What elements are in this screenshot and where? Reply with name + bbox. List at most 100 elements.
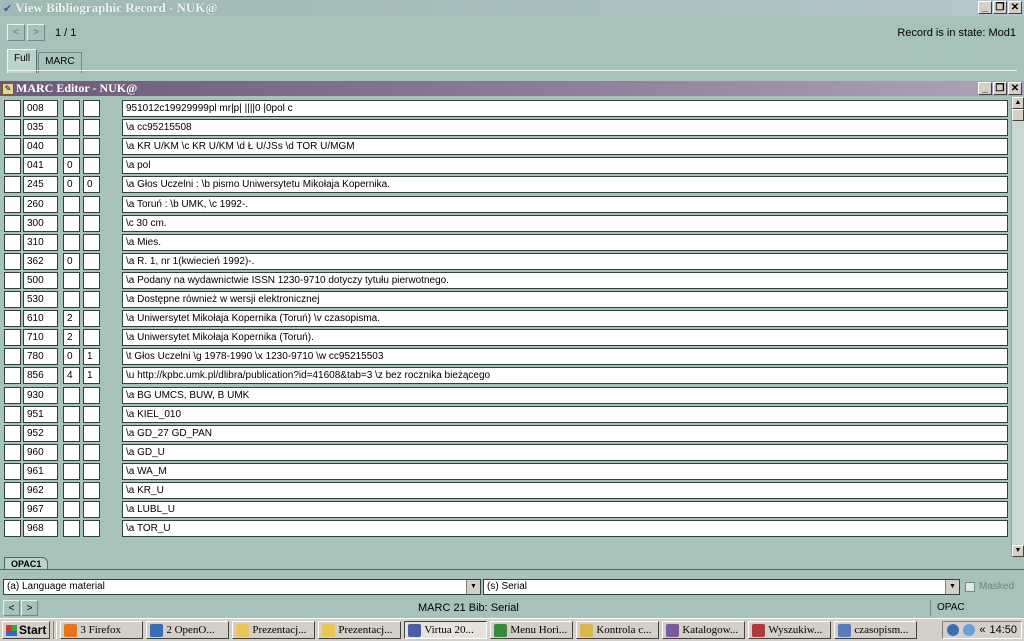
row-selector[interactable] <box>4 252 21 270</box>
indicator-2[interactable] <box>83 138 100 156</box>
row-selector[interactable] <box>4 482 21 499</box>
chevron-down-icon[interactable]: ▼ <box>945 580 959 594</box>
field-tag[interactable]: 310 <box>23 233 58 251</box>
row-selector[interactable] <box>4 348 21 366</box>
scroll-thumb[interactable] <box>1012 109 1024 121</box>
field-value[interactable]: \a R. 1, nr 1(kwiecień 1992)-. <box>122 252 1008 270</box>
field-value[interactable]: \a TOR_U <box>122 520 1008 538</box>
scroll-down-icon[interactable]: ▼ <box>1012 545 1024 557</box>
field-tag[interactable]: 008 <box>23 100 58 117</box>
tray-expand-icon[interactable]: « <box>979 624 985 636</box>
indicator-1[interactable] <box>63 271 80 289</box>
editor-restore-icon[interactable]: ❐ <box>993 82 1007 95</box>
field-value[interactable]: \u http://kpbc.umk.pl/dlibra/publication… <box>122 367 1008 385</box>
row-selector[interactable] <box>4 119 21 137</box>
indicator-1[interactable] <box>63 482 80 499</box>
indicator-2[interactable] <box>83 310 100 328</box>
taskbar-item[interactable]: Virtua 20... <box>404 621 488 639</box>
field-tag[interactable]: 245 <box>23 176 58 194</box>
indicator-1[interactable] <box>63 443 80 461</box>
field-value[interactable]: \a pol <box>122 157 1008 175</box>
row-selector[interactable] <box>4 329 21 347</box>
field-tag[interactable]: 710 <box>23 329 58 347</box>
indicator-2[interactable] <box>83 119 100 137</box>
scroll-up-icon[interactable]: ▲ <box>1012 97 1024 109</box>
field-tag[interactable]: 041 <box>23 157 58 175</box>
indicator-1[interactable]: 0 <box>63 252 80 270</box>
row-selector[interactable] <box>4 367 21 385</box>
masked-checkbox[interactable] <box>965 581 975 592</box>
indicator-1[interactable] <box>63 386 80 404</box>
indicator-2[interactable] <box>83 424 100 442</box>
row-selector[interactable] <box>4 157 21 175</box>
field-tag[interactable]: 967 <box>23 501 58 519</box>
network-icon[interactable] <box>947 624 960 636</box>
indicator-1[interactable] <box>63 195 80 213</box>
next-record-button[interactable]: > <box>27 24 45 41</box>
row-selector[interactable] <box>4 100 21 117</box>
indicator-2[interactable] <box>83 482 100 499</box>
prev-record-button[interactable]: < <box>7 24 25 41</box>
indicator-1[interactable] <box>63 405 80 423</box>
indicator-2[interactable] <box>83 329 100 347</box>
field-value[interactable]: \a Dostępne również w wersji elektronicz… <box>122 291 1008 308</box>
row-selector[interactable] <box>4 443 21 461</box>
row-selector[interactable] <box>4 291 21 308</box>
field-tag[interactable]: 300 <box>23 214 58 232</box>
field-value[interactable]: \a Mies. <box>122 233 1008 251</box>
taskbar-item[interactable]: Kontrola c... <box>576 621 660 639</box>
start-button[interactable]: Start <box>2 621 51 639</box>
field-tag[interactable]: 610 <box>23 310 58 328</box>
status-prev-button[interactable]: < <box>3 600 20 616</box>
chevron-down-icon[interactable]: ▼ <box>466 580 480 594</box>
taskbar-item[interactable]: czasopism... <box>834 621 918 639</box>
indicator-2[interactable] <box>83 291 100 308</box>
field-tag[interactable]: 040 <box>23 138 58 156</box>
field-value[interactable]: \a GD_27 GD_PAN <box>122 424 1008 442</box>
row-selector[interactable] <box>4 233 21 251</box>
field-tag[interactable]: 952 <box>23 424 58 442</box>
editor-minimize-icon[interactable]: _ <box>978 82 992 95</box>
indicator-2[interactable] <box>83 462 100 480</box>
field-tag[interactable]: 260 <box>23 195 58 213</box>
field-value[interactable]: \a LUBL_U <box>122 501 1008 519</box>
row-selector[interactable] <box>4 424 21 442</box>
row-selector[interactable] <box>4 176 21 194</box>
row-selector[interactable] <box>4 214 21 232</box>
taskbar-item[interactable]: 3 Firefox <box>60 621 144 639</box>
indicator-1[interactable]: 2 <box>63 310 80 328</box>
indicator-1[interactable] <box>63 214 80 232</box>
taskbar-item[interactable]: 2 OpenO... <box>146 621 230 639</box>
field-value[interactable]: \a GD_U <box>122 443 1008 461</box>
indicator-1[interactable]: 2 <box>63 329 80 347</box>
field-tag[interactable]: 530 <box>23 291 58 308</box>
field-tag[interactable]: 780 <box>23 348 58 366</box>
indicator-1[interactable]: 4 <box>63 367 80 385</box>
indicator-2[interactable] <box>83 252 100 270</box>
field-value[interactable]: \a BG UMCS, BUW, B UMK <box>122 386 1008 404</box>
editor-scrollbar[interactable]: ▲ ▼ <box>1011 97 1024 557</box>
row-selector[interactable] <box>4 501 21 519</box>
indicator-1[interactable] <box>63 291 80 308</box>
field-tag[interactable]: 362 <box>23 252 58 270</box>
field-tag[interactable]: 500 <box>23 271 58 289</box>
taskbar-item[interactable]: Prezentacj... <box>232 621 316 639</box>
taskbar-item[interactable]: Wyszukiw... <box>748 621 832 639</box>
indicator-2[interactable] <box>83 157 100 175</box>
indicator-2[interactable]: 1 <box>83 348 100 366</box>
indicator-2[interactable] <box>83 233 100 251</box>
indicator-2[interactable] <box>83 271 100 289</box>
row-selector[interactable] <box>4 386 21 404</box>
close-icon[interactable]: ✕ <box>1008 1 1022 14</box>
field-tag[interactable]: 035 <box>23 119 58 137</box>
field-value[interactable]: 951012c19929999pl mr|p| ||||0 |0pol c <box>122 100 1008 117</box>
field-tag[interactable]: 856 <box>23 367 58 385</box>
indicator-2[interactable] <box>83 100 100 117</box>
masked-option[interactable]: Masked <box>965 581 1014 592</box>
row-selector[interactable] <box>4 405 21 423</box>
indicator-1[interactable]: 0 <box>63 348 80 366</box>
row-selector[interactable] <box>4 195 21 213</box>
indicator-1[interactable] <box>63 138 80 156</box>
field-tag[interactable]: 962 <box>23 482 58 499</box>
indicator-1[interactable] <box>63 501 80 519</box>
